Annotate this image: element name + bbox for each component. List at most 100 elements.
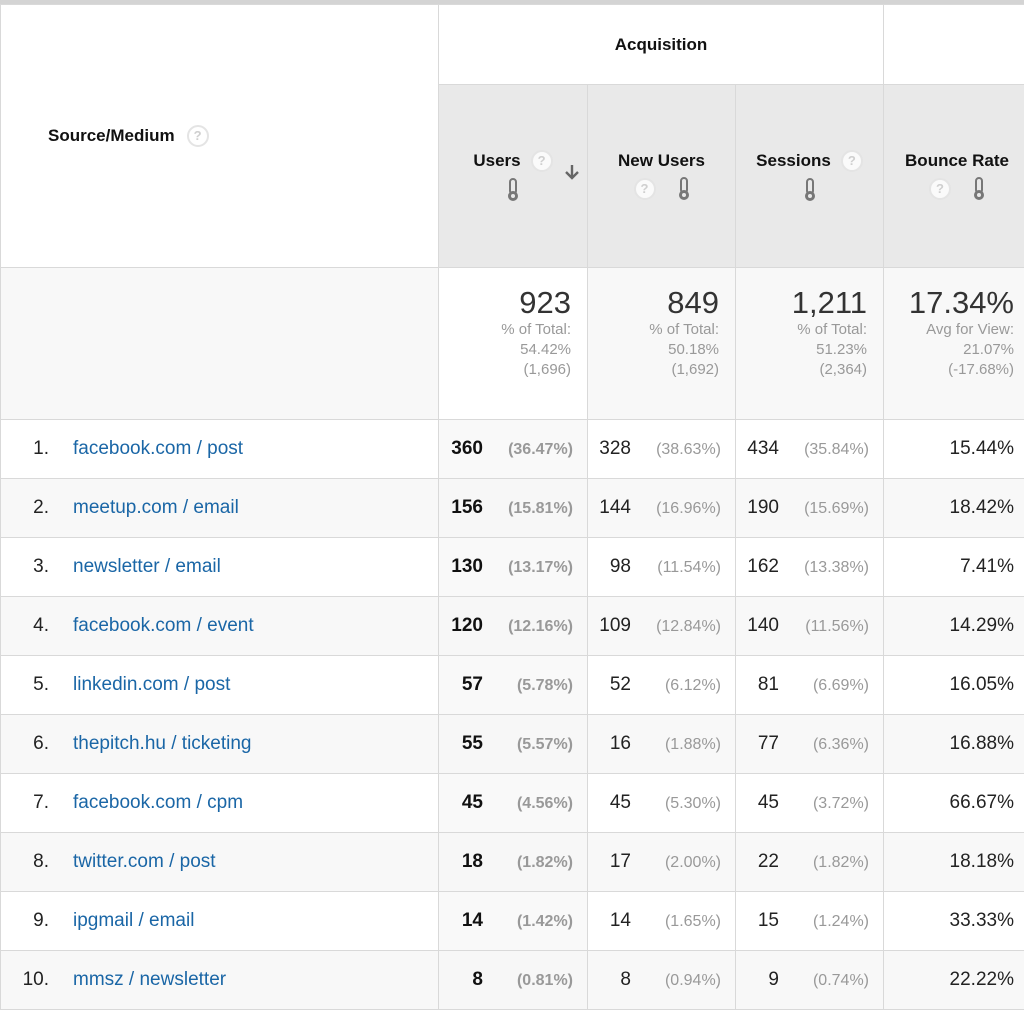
- column-header-sessions[interactable]: Sessions ?: [736, 85, 884, 268]
- new-users-percent: (5.30%): [639, 795, 721, 813]
- sessions-cell: 434 (35.84%): [736, 420, 884, 479]
- users-value: 45: [462, 792, 483, 814]
- sessions-cell: 162(13.38%): [736, 538, 884, 597]
- source-medium-link[interactable]: facebook.com / cpm: [73, 792, 243, 813]
- users-value: 14: [462, 910, 483, 932]
- table-row: 1.facebook.com / post360(36.47%)328(38.6…: [1, 420, 1024, 479]
- thermometer-icon[interactable]: [973, 177, 985, 201]
- source-medium-link[interactable]: meetup.com / email: [73, 497, 239, 518]
- help-circle-icon[interactable]: ?: [634, 178, 656, 200]
- source-medium-link[interactable]: ipgmail / email: [73, 910, 194, 931]
- sessions-cell: 81(6.69%): [736, 656, 884, 715]
- source-medium-link[interactable]: thepitch.hu / ticketing: [73, 733, 252, 754]
- users-percent: (4.56%): [491, 795, 573, 813]
- sessions-value: 434: [747, 438, 779, 460]
- row-index: 7.: [1, 792, 49, 814]
- users-cell: 18(1.82%): [439, 833, 588, 892]
- arrow-down-icon[interactable]: [563, 163, 581, 181]
- sessions-percent: (35.84%): [787, 441, 869, 459]
- source-cell: 5.linkedin.com / post: [1, 656, 439, 715]
- new-users-percent: (11.54%): [639, 559, 721, 577]
- thermometer-icon[interactable]: [507, 178, 519, 202]
- new-users-cell: 14(1.65%): [588, 892, 736, 951]
- sessions-percent: (3.72%): [787, 795, 869, 813]
- new-users-percent: (6.12%): [639, 677, 721, 695]
- source-medium-link[interactable]: facebook.com / event: [73, 615, 254, 636]
- sessions-value: 45: [758, 792, 779, 814]
- users-value: 8: [472, 969, 483, 991]
- help-circle-icon[interactable]: ?: [929, 178, 951, 200]
- bounce-rate-cell: 7.41%: [884, 538, 1024, 597]
- help-circle-icon[interactable]: ?: [187, 125, 209, 147]
- users-cell: 57(5.78%): [439, 656, 588, 715]
- source-medium-link[interactable]: twitter.com / post: [73, 851, 216, 872]
- row-index: 2.: [1, 497, 49, 519]
- summary-bounce-rate: 17.34% Avg for View: 21.07% (-17.68%): [884, 268, 1024, 420]
- column-header-label[interactable]: Users: [473, 151, 520, 171]
- bounce-rate-cell: 18.18%: [884, 833, 1024, 892]
- source-medium-link[interactable]: linkedin.com / post: [73, 674, 230, 695]
- sessions-percent: (6.36%): [787, 736, 869, 754]
- new-users-cell: 109 (12.84%): [588, 597, 736, 656]
- users-percent: (13.17%): [491, 559, 573, 577]
- new-users-value: 109: [599, 615, 631, 637]
- users-cell: 156 (15.81%): [439, 479, 588, 538]
- users-percent: (5.78%): [491, 677, 573, 695]
- column-header-label[interactable]: Sessions: [756, 151, 831, 171]
- new-users-cell: 17(2.00%): [588, 833, 736, 892]
- new-users-percent: (0.94%): [639, 972, 721, 990]
- row-index: 6.: [1, 733, 49, 755]
- thermometer-icon[interactable]: [804, 178, 816, 202]
- summary-users: 923 % of Total: 54.42% (1,696): [439, 268, 588, 420]
- column-header-users[interactable]: Users ?: [439, 85, 588, 268]
- row-index: 10.: [1, 969, 49, 991]
- source-medium-link[interactable]: facebook.com / post: [73, 438, 243, 459]
- new-users-cell: 16(1.88%): [588, 715, 736, 774]
- column-header-new-users[interactable]: New Users ?: [588, 85, 736, 268]
- table-row: 4.facebook.com / event120(12.16%)109(12.…: [1, 597, 1024, 656]
- users-value: 156: [451, 497, 483, 519]
- table-row: 9.ipgmail / email14(1.42%)14(1.65%)15(1.…: [1, 892, 1024, 951]
- source-cell: 9. ipgmail / email: [1, 892, 439, 951]
- new-users-value: 144: [599, 497, 631, 519]
- row-index: 9.: [1, 910, 49, 932]
- sessions-value: 190: [747, 497, 779, 519]
- column-header-bounce-rate[interactable]: Bounce Rate ?: [884, 85, 1024, 268]
- report-table-container: Source/Medium ? Acquisition Users ?: [0, 0, 1024, 1009]
- summary-sessions: 1,211 % of Total: 51.23% (2,364): [736, 268, 884, 420]
- bounce-rate-cell: 15.44%: [884, 420, 1024, 479]
- source-medium-link[interactable]: newsletter / email: [73, 556, 221, 577]
- sessions-percent: (1.82%): [787, 854, 869, 872]
- sessions-percent: (0.74%): [787, 972, 869, 990]
- users-cell: 130(13.17%): [439, 538, 588, 597]
- source-cell: 10. mmsz / newsletter: [1, 951, 439, 1010]
- bounce-rate-cell: 14.29%: [884, 597, 1024, 656]
- users-percent: (15.81%): [491, 500, 573, 518]
- table-row: 6.thepitch.hu / ticketing55(5.57%)16(1.8…: [1, 715, 1024, 774]
- help-circle-icon[interactable]: ?: [841, 150, 863, 172]
- sessions-value: 15: [758, 910, 779, 932]
- bounce-rate-cell: 16.88%: [884, 715, 1024, 774]
- source-medium-link[interactable]: mmsz / newsletter: [73, 969, 226, 990]
- new-users-cell: 8(0.94%): [588, 951, 736, 1010]
- users-percent: (5.57%): [491, 736, 573, 754]
- sessions-value: 9: [768, 969, 779, 991]
- help-circle-icon[interactable]: ?: [531, 150, 553, 172]
- users-cell: 360(36.47%): [439, 420, 588, 479]
- bounce-rate-cell: 33.33%: [884, 892, 1024, 951]
- users-value: 120: [451, 615, 483, 637]
- sessions-cell: 15(1.24%): [736, 892, 884, 951]
- dimension-header[interactable]: Source/Medium ?: [1, 5, 439, 268]
- summary-label-cell: [1, 268, 439, 420]
- thermometer-icon[interactable]: [678, 177, 690, 201]
- table-row: 8.twitter.com / post18(1.82%)17(2.00%)22…: [1, 833, 1024, 892]
- new-users-cell: 328(38.63%): [588, 420, 736, 479]
- new-users-value: 98: [610, 556, 631, 578]
- users-cell: 45 (4.56%): [439, 774, 588, 833]
- users-value: 360: [451, 438, 483, 460]
- column-header-label[interactable]: New Users: [618, 151, 705, 171]
- column-header-label[interactable]: Bounce Rate: [905, 151, 1009, 171]
- dimension-header-label[interactable]: Source/Medium: [48, 126, 175, 146]
- new-users-percent: (12.84%): [639, 618, 721, 636]
- users-percent: (0.81%): [491, 972, 573, 990]
